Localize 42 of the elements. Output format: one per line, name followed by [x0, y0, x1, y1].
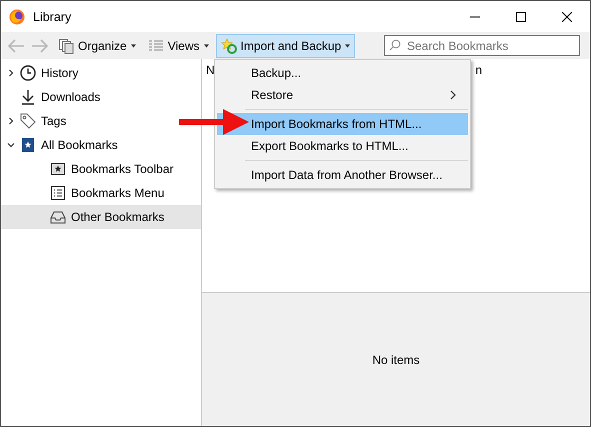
caret-icon	[130, 44, 136, 48]
bookmark-book-icon	[20, 137, 36, 153]
collapse-chevron-icon[interactable]	[7, 141, 15, 149]
sidebar-item[interactable]: Tags	[1, 109, 201, 133]
window-title: Library	[33, 10, 72, 24]
caret-icon	[204, 44, 208, 48]
sidebar-item[interactable]: History	[1, 61, 201, 85]
clock-icon	[20, 65, 36, 81]
list-icon	[50, 185, 66, 201]
star-folder-icon	[50, 161, 66, 177]
search-icon	[389, 39, 401, 51]
menu-item[interactable]: Import Data from Another Browser...	[217, 164, 468, 186]
menu-item[interactable]: Export Bookmarks to HTML...	[217, 135, 468, 157]
sidebar-item[interactable]: Bookmarks Toolbar	[1, 157, 201, 181]
caret-icon	[345, 44, 350, 48]
maximize-icon[interactable]	[516, 12, 526, 22]
sidebar-item[interactable]: Downloads	[1, 85, 201, 109]
menu-item[interactable]: Backup...	[217, 62, 468, 84]
expand-chevron-icon[interactable]	[7, 117, 15, 125]
tag-icon	[20, 113, 36, 129]
tray-icon	[50, 209, 66, 225]
search-field[interactable]: Search Bookmarks	[384, 35, 580, 56]
import-and-backup-button[interactable]: Import and Backup	[216, 34, 356, 58]
expand-chevron-icon[interactable]	[7, 69, 15, 77]
star-refresh-icon	[220, 38, 236, 54]
menu-item[interactable]: Import Bookmarks from HTML...	[217, 113, 468, 135]
pointer-arrow	[179, 107, 249, 137]
documents-icon	[58, 38, 74, 54]
empty-message: No items	[372, 352, 420, 366]
column-header[interactable]: n	[475, 63, 482, 77]
views-button[interactable]: Views	[142, 34, 214, 58]
column-header[interactable]: N	[206, 63, 215, 77]
menu-item[interactable]: Restore	[217, 84, 468, 106]
organize-button[interactable]: Organize	[53, 34, 141, 58]
close-icon[interactable]	[562, 12, 572, 22]
download-icon	[20, 89, 36, 105]
submenu-chevron-icon	[450, 90, 456, 100]
browser-logo-icon	[9, 8, 25, 24]
sidebar-item[interactable]: All Bookmarks	[1, 133, 201, 157]
sidebar-item[interactable]: Bookmarks Menu	[1, 181, 201, 205]
sidebar-item[interactable]: Other Bookmarks	[1, 205, 201, 229]
list-view-icon	[148, 38, 164, 54]
